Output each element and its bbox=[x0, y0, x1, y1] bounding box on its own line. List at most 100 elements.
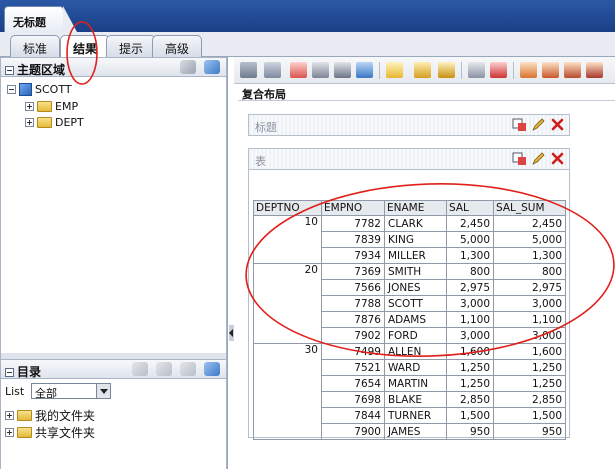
add-subject-icon[interactable] bbox=[180, 60, 196, 74]
table-header-row: DEPTNO EMPNO ENAME SAL SAL_SUM bbox=[253, 200, 566, 216]
layout-icon[interactable] bbox=[334, 62, 351, 78]
pencil-icon[interactable] bbox=[531, 117, 546, 132]
expand-icon[interactable] bbox=[25, 118, 34, 127]
results-table: DEPTNO EMPNO ENAME SAL SAL_SUM 10 7782 CLA… bbox=[253, 200, 566, 440]
tree-item-dept[interactable]: DEPT bbox=[25, 116, 84, 129]
settings-icon[interactable] bbox=[414, 62, 431, 78]
ename-cell: BLAKE bbox=[384, 391, 447, 408]
document-tab[interactable]: 无标题 bbox=[4, 6, 64, 32]
ename-cell: SMITH bbox=[384, 263, 447, 280]
catalog-filter-select[interactable]: 全部 bbox=[31, 383, 111, 400]
sal-cell: 1,100 bbox=[446, 311, 494, 328]
tab-results[interactable]: 结果 bbox=[60, 35, 111, 58]
collapse-icon[interactable] bbox=[5, 368, 14, 377]
ename-cell: JONES bbox=[384, 279, 447, 296]
view-properties-icon[interactable] bbox=[512, 151, 527, 166]
refresh-icon[interactable] bbox=[204, 60, 220, 74]
empno-cell: 7934 bbox=[321, 247, 385, 264]
new-icon[interactable] bbox=[132, 362, 148, 376]
empno-cell: 7654 bbox=[321, 375, 385, 392]
tree-item-label: EMP bbox=[55, 100, 79, 113]
properties-icon[interactable] bbox=[438, 62, 455, 78]
pencil-icon[interactable] bbox=[531, 151, 546, 166]
sal-cell: 2,850 bbox=[446, 391, 494, 408]
subject-area-tree: SCOTT EMP DEPT bbox=[0, 77, 227, 353]
empno-cell: 7788 bbox=[321, 295, 385, 312]
tree-root[interactable]: SCOTT bbox=[7, 83, 72, 96]
column-header[interactable]: EMPNO bbox=[321, 200, 385, 216]
tree-root-label: SCOTT bbox=[35, 83, 72, 96]
expand-icon[interactable] bbox=[25, 102, 34, 111]
ename-cell: TURNER bbox=[384, 407, 447, 424]
deptno-cell: 20 bbox=[253, 263, 322, 344]
table-row: 20 7369 SMITH 800 800 bbox=[253, 263, 566, 344]
subject-area-icon bbox=[19, 83, 32, 96]
subject-area-title: 主题区域 bbox=[17, 63, 66, 77]
catalog-folder-mine[interactable]: 我的文件夹 bbox=[5, 407, 95, 424]
preview-icon[interactable] bbox=[312, 62, 329, 78]
column-header[interactable]: SAL_SUM bbox=[493, 200, 566, 216]
xml-icon[interactable] bbox=[468, 62, 485, 78]
select-value: 全部 bbox=[35, 387, 57, 400]
empno-cell: 7521 bbox=[321, 359, 385, 376]
close-icon[interactable] bbox=[550, 117, 565, 132]
sal-sum-cell: 5,000 bbox=[493, 231, 566, 248]
formula-icon[interactable] bbox=[490, 62, 507, 78]
catalog-header: 目录 bbox=[0, 359, 227, 379]
tab-standard[interactable]: 标准 bbox=[10, 35, 61, 57]
chevron-down-icon[interactable] bbox=[96, 384, 110, 398]
new-view-icon[interactable] bbox=[386, 62, 403, 78]
ename-cell: CLARK bbox=[384, 215, 447, 232]
empno-cell: 7839 bbox=[321, 231, 385, 248]
refresh-icon[interactable] bbox=[204, 362, 220, 376]
title-view-section[interactable]: 标题 bbox=[248, 114, 570, 136]
tab-prompts[interactable]: 提示 bbox=[106, 35, 157, 57]
remove-column-icon[interactable] bbox=[564, 62, 581, 78]
expand-icon[interactable] bbox=[5, 411, 14, 420]
sal-cell: 1,250 bbox=[446, 375, 494, 392]
ename-cell: ALLEN bbox=[384, 343, 447, 360]
refresh-icon[interactable] bbox=[356, 62, 373, 78]
folder-label: 我的文件夹 bbox=[35, 409, 96, 423]
schedule-icon[interactable] bbox=[290, 62, 307, 78]
add-column-icon[interactable] bbox=[520, 62, 537, 78]
table-view-section[interactable]: 表 bbox=[248, 148, 570, 170]
empno-cell: 7782 bbox=[321, 215, 385, 232]
close-icon[interactable] bbox=[550, 151, 565, 166]
tree-item-emp[interactable]: EMP bbox=[25, 100, 78, 113]
results-toolbar bbox=[234, 57, 615, 84]
view-icon[interactable] bbox=[156, 362, 172, 376]
print-icon[interactable] bbox=[240, 62, 257, 78]
sal-cell: 1,300 bbox=[446, 247, 494, 264]
empno-cell: 7876 bbox=[321, 311, 385, 328]
toolbar-separator bbox=[513, 62, 514, 79]
ename-cell: FORD bbox=[384, 327, 447, 344]
edit-column-icon[interactable] bbox=[542, 62, 559, 78]
sal-cell: 950 bbox=[446, 423, 494, 440]
catalog-title: 目录 bbox=[17, 365, 42, 379]
column-header[interactable]: ENAME bbox=[384, 200, 447, 216]
sort-icon[interactable] bbox=[586, 62, 603, 78]
tab-advanced[interactable]: 高级 bbox=[152, 35, 203, 57]
view-properties-icon[interactable] bbox=[512, 117, 527, 132]
ename-cell: KING bbox=[384, 231, 447, 248]
empno-cell: 7369 bbox=[321, 263, 385, 280]
export-icon[interactable] bbox=[264, 62, 281, 78]
empno-cell: 7499 bbox=[321, 343, 385, 360]
collapse-icon[interactable] bbox=[5, 66, 14, 75]
ename-cell: MILLER bbox=[384, 247, 447, 264]
sal-sum-cell: 1,300 bbox=[493, 247, 566, 264]
sal-sum-cell: 3,000 bbox=[493, 295, 566, 312]
column-header[interactable]: SAL bbox=[446, 200, 494, 216]
expand-icon[interactable] bbox=[5, 428, 14, 437]
sal-cell: 3,000 bbox=[446, 327, 494, 344]
title-underline bbox=[238, 100, 615, 101]
catalog-folder-shared[interactable]: 共享文件夹 bbox=[5, 424, 95, 441]
document-tab-wedge bbox=[63, 6, 77, 32]
column-header[interactable]: DEPTNO bbox=[253, 200, 322, 216]
deptno-cell: 30 bbox=[253, 343, 322, 440]
sal-sum-cell: 1,600 bbox=[493, 343, 566, 360]
compound-layout-canvas: 复合布局 标题 表 DEPTNO EMPNO ENAME SAL SAL_SUM bbox=[234, 84, 615, 469]
edit-icon[interactable] bbox=[180, 362, 196, 376]
collapse-icon[interactable] bbox=[7, 85, 16, 94]
